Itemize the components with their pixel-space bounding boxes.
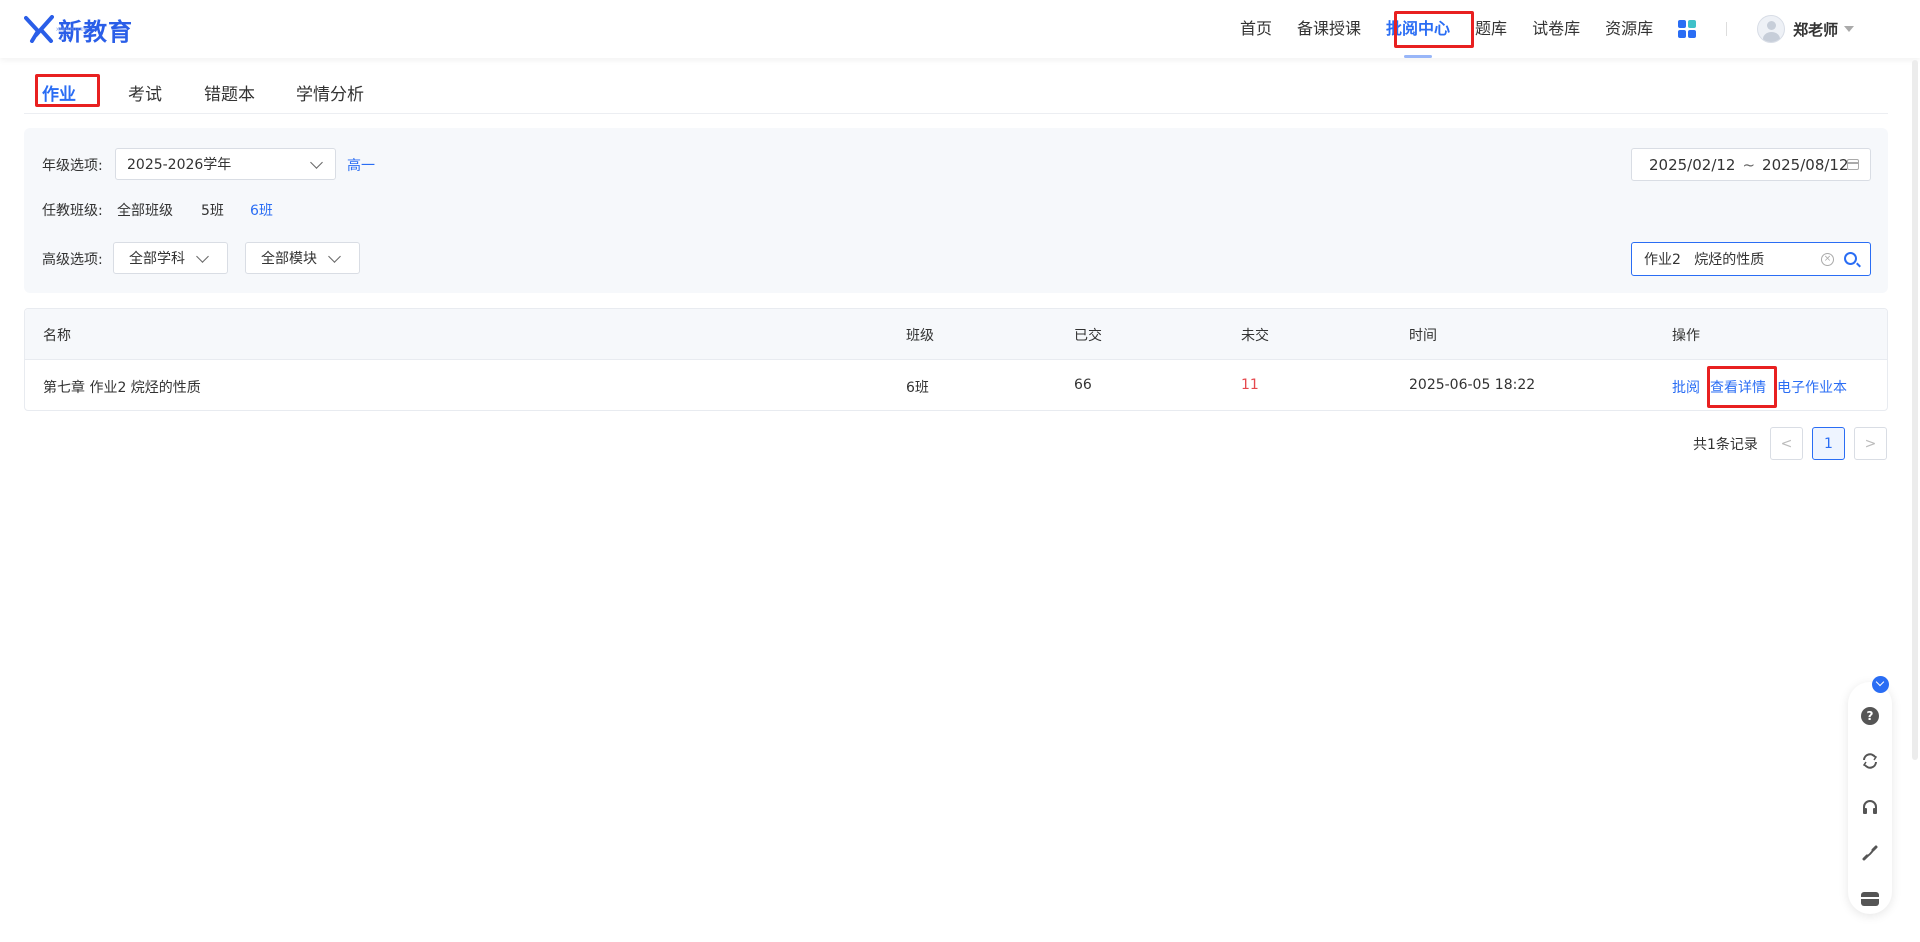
chevron-down-icon <box>310 156 323 169</box>
filter-panel: 年级选项: 2025-2026学年 高一 2025/02/12 ~ 2025/0… <box>24 128 1888 293</box>
date-end: 2025/08/12 <box>1762 155 1849 174</box>
chevron-down-icon <box>328 250 341 263</box>
homework-table: 名称 班级 已交 未交 时间 操作 第七章 作业2 烷烃的性质 6班 66 11… <box>24 308 1888 411</box>
row-unsubmitted: 11 <box>1241 377 1259 393</box>
class-option-all[interactable]: 全部班级 <box>117 200 173 220</box>
nav-review-center[interactable]: 批阅中心 <box>1386 0 1450 58</box>
logo-x-icon <box>24 15 54 43</box>
tab-homework[interactable]: 作业 <box>42 80 76 105</box>
advanced-label: 高级选项: <box>42 252 103 268</box>
nav-home[interactable]: 首页 <box>1240 0 1272 58</box>
nav-paper-bank[interactable]: 试卷库 <box>1532 0 1580 58</box>
caret-down-icon <box>1844 26 1855 32</box>
next-page-button[interactable]: > <box>1854 427 1887 460</box>
user-name: 郑老师 <box>1793 20 1839 39</box>
main-nav: 首页 备课授课 批阅中心 题库 试卷库 资源库 郑老师 <box>1240 0 1855 58</box>
col-header-actions: 操作 <box>1672 328 1700 344</box>
help-icon[interactable]: ? <box>1861 707 1879 725</box>
headset-icon[interactable] <box>1861 798 1879 816</box>
search-box: × <box>1631 242 1871 276</box>
tab-mistake-book[interactable]: 错题本 <box>204 80 255 105</box>
review-link[interactable]: 批阅 <box>1672 377 1700 397</box>
grade-value[interactable]: 高一 <box>347 155 375 175</box>
module-select[interactable]: 全部模块 <box>245 242 360 274</box>
tab-exam[interactable]: 考试 <box>128 80 162 105</box>
nav-resource-bank[interactable]: 资源库 <box>1605 0 1653 58</box>
brand-subtitle: XINJIAOYU.COM <box>56 27 87 32</box>
search-input[interactable] <box>1644 249 1824 269</box>
module-value: 全部模块 <box>261 251 317 267</box>
row-time: 2025-06-05 18:22 <box>1409 377 1536 393</box>
refresh-icon[interactable] <box>1861 752 1879 770</box>
col-header-unsubmitted: 未交 <box>1241 328 1269 344</box>
subject-select[interactable]: 全部学科 <box>113 242 228 274</box>
grade-label: 年级选项: <box>42 158 103 174</box>
nav-question-bank[interactable]: 题库 <box>1475 0 1507 58</box>
class-label: 任教班级: <box>42 203 103 219</box>
col-header-class: 班级 <box>906 328 934 344</box>
nav-lesson-prep[interactable]: 备课授课 <box>1297 0 1361 58</box>
subject-value: 全部学科 <box>129 251 185 267</box>
col-header-time: 时间 <box>1409 328 1437 344</box>
search-icon[interactable] <box>1844 252 1857 265</box>
page-scrollbar[interactable] <box>1912 60 1918 760</box>
page-1-button[interactable]: 1 <box>1812 427 1845 460</box>
sub-tabs: 作业 考试 错题本 学情分析 <box>24 68 1888 114</box>
row-submitted: 66 <box>1074 377 1092 393</box>
top-header: 新教育 XINJIAOYU.COM 首页 备课授课 批阅中心 题库 试卷库 资源… <box>0 0 1920 58</box>
date-range-picker[interactable]: 2025/02/12 ~ 2025/08/12 <box>1631 148 1871 181</box>
nav-divider <box>1726 22 1728 36</box>
row-class: 6班 <box>906 380 929 396</box>
school-year-value: 2025-2026学年 <box>127 157 232 173</box>
class-option-6[interactable]: 6班 <box>250 200 273 220</box>
date-separator: ~ <box>1742 155 1756 174</box>
user-menu[interactable]: 郑老师 <box>1757 15 1855 43</box>
prev-page-button[interactable]: < <box>1770 427 1803 460</box>
pagination-total: 共1条记录 <box>1693 437 1758 453</box>
school-year-select[interactable]: 2025-2026学年 <box>115 148 336 180</box>
floating-toolbar: ? <box>1848 682 1892 914</box>
view-details-link[interactable]: 查看详情 <box>1710 377 1766 397</box>
tab-learning-analysis[interactable]: 学情分析 <box>296 80 364 105</box>
clear-icon[interactable]: × <box>1821 253 1834 266</box>
phone-icon[interactable] <box>1861 844 1879 862</box>
collapse-toolbar-icon[interactable] <box>1872 676 1889 693</box>
avatar <box>1757 15 1786 43</box>
calendar-icon <box>1847 159 1859 170</box>
col-header-name: 名称 <box>43 328 71 344</box>
class-option-5[interactable]: 5班 <box>201 200 224 220</box>
table-header: 名称 班级 已交 未交 时间 操作 <box>25 309 1887 360</box>
chevron-down-icon <box>196 250 209 263</box>
row-name: 第七章 作业2 烷烃的性质 <box>43 380 201 396</box>
card-icon[interactable] <box>1861 892 1879 906</box>
col-header-submitted: 已交 <box>1074 328 1102 344</box>
date-start: 2025/02/12 <box>1649 155 1736 174</box>
e-homework-link[interactable]: 电子作业本 <box>1777 377 1847 397</box>
apps-grid-icon[interactable] <box>1678 20 1697 38</box>
